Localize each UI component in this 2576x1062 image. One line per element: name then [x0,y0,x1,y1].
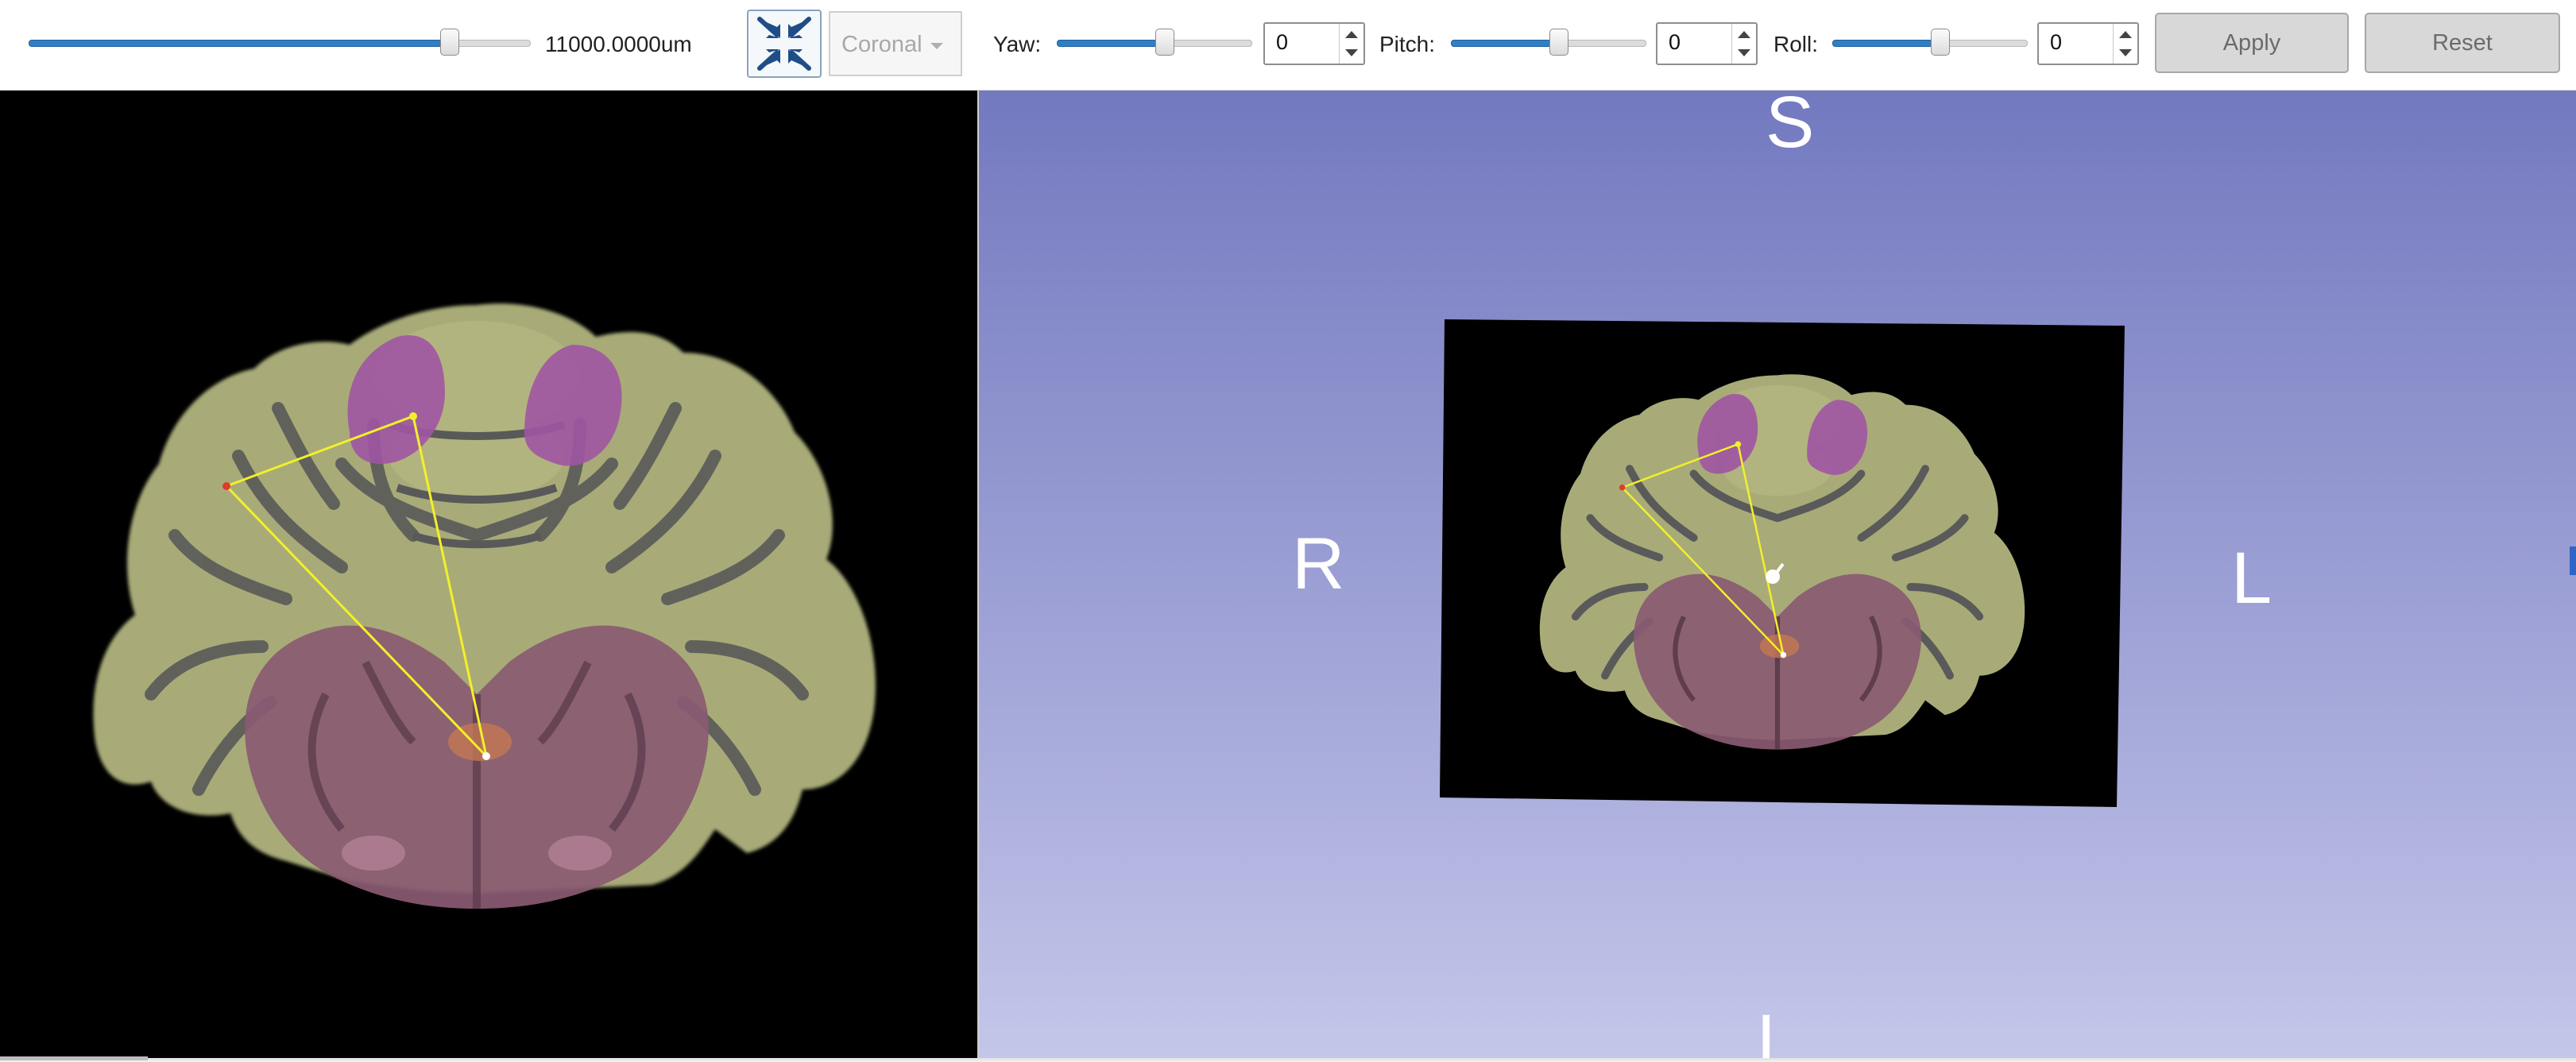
increment-arrow-icon[interactable] [1345,31,1358,38]
yaw-value: 0 [1276,30,1289,54]
pitch-slider[interactable] [1451,27,1646,59]
slider-fill [1832,40,1932,47]
slider-handle[interactable] [1549,29,1568,56]
yaw-spinbox[interactable]: 0 [1263,22,1365,65]
slider-handle[interactable] [1931,29,1950,56]
chevron-down-icon [930,43,943,49]
slider-handle[interactable] [1155,29,1174,56]
3d-slice-plane [1440,319,2125,807]
bottom-tab[interactable] [0,1056,148,1060]
slider-fill [1451,40,1551,47]
slider-handle[interactable] [440,29,459,56]
orientation-label-inferior: I [1756,1000,1777,1058]
decrement-arrow-icon[interactable] [1345,49,1358,56]
pitch-spinbox[interactable]: 0 [1656,22,1758,65]
orientation-label-right: R [1292,523,1345,604]
decrement-arrow-icon[interactable] [2119,49,2132,56]
reset-button[interactable]: Reset [2365,13,2560,73]
window-edge-marker [2570,546,2576,575]
slice-offset-readout: 11000.0000um [545,32,692,56]
yaw-label: Yaw: [993,32,1042,56]
orientation-label-left: L [2231,538,2272,619]
roll-slider[interactable] [1832,27,2028,59]
slider-fill [29,40,442,47]
orientation-select-value: Coronal [841,32,922,57]
pitch-label: Pitch: [1379,32,1436,56]
increment-arrow-icon[interactable] [1738,31,1750,38]
fit-to-window-button[interactable] [747,10,822,78]
spin-arrows[interactable] [1339,24,1363,64]
yaw-slider[interactable] [1057,27,1252,59]
orientation-select[interactable]: Coronal [829,11,962,76]
slider-fill [1057,40,1157,47]
annotation-point [409,412,417,420]
spin-arrows[interactable] [1731,24,1756,64]
annotation-point [482,752,490,760]
annotation-point [222,482,230,490]
pitch-value: 0 [1669,30,1681,54]
shrink-arrows-icon [757,17,811,71]
coronal-brain-slice [93,303,876,909]
apply-button[interactable]: Apply [2155,13,2349,73]
render-view-3d[interactable]: S R L I [979,91,2576,1058]
increment-arrow-icon[interactable] [2119,31,2132,38]
toolbar: 11000.0000um Coronal Yaw: 0 Pitch: 0 Rol… [0,0,2576,91]
slice-offset-slider[interactable] [29,27,531,59]
spin-arrows[interactable] [2113,24,2137,64]
slice-view-2d[interactable] [0,91,977,1058]
decrement-arrow-icon[interactable] [1738,49,1750,56]
roll-label: Roll: [1773,32,1819,56]
roll-spinbox[interactable]: 0 [2037,22,2139,65]
orientation-label-superior: S [1766,91,1815,163]
roll-value: 0 [2050,30,2063,54]
